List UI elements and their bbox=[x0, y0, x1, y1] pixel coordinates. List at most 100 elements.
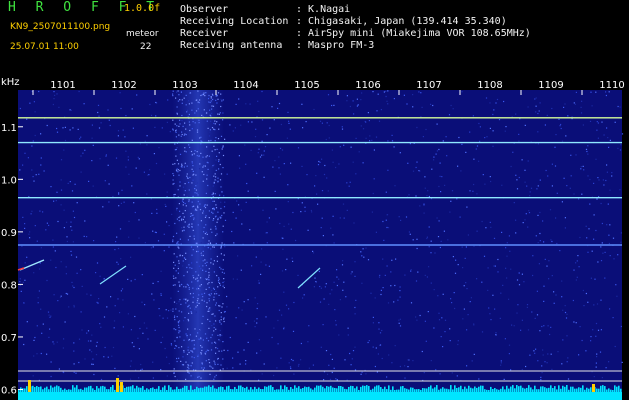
level-peak bbox=[572, 386, 574, 392]
level-peak bbox=[180, 388, 182, 392]
level-peak bbox=[390, 389, 392, 392]
level-peak bbox=[576, 388, 578, 392]
level-peak bbox=[486, 389, 488, 392]
level-peak bbox=[508, 388, 510, 392]
level-peak bbox=[26, 386, 28, 392]
level-peak bbox=[206, 386, 208, 392]
level-peak bbox=[220, 386, 222, 392]
level-peak bbox=[200, 387, 202, 392]
level-peak bbox=[50, 385, 52, 392]
level-peak bbox=[450, 385, 452, 392]
level-peak bbox=[96, 386, 98, 392]
level-peak bbox=[36, 386, 38, 392]
level-peak bbox=[334, 387, 336, 392]
level-peak bbox=[526, 387, 528, 392]
level-peak bbox=[222, 386, 224, 392]
level-peak bbox=[364, 385, 366, 392]
level-peak bbox=[194, 389, 196, 392]
level-peak bbox=[212, 385, 214, 392]
level-peak bbox=[378, 385, 380, 392]
level-peak bbox=[282, 389, 284, 392]
level-peak bbox=[536, 389, 538, 392]
level-peak bbox=[196, 386, 198, 392]
level-peak bbox=[408, 389, 410, 392]
level-peak bbox=[160, 389, 162, 392]
level-peak bbox=[476, 387, 478, 392]
level-peak bbox=[54, 386, 56, 392]
level-peak bbox=[362, 385, 364, 392]
level-peak bbox=[124, 388, 126, 392]
level-peak bbox=[236, 388, 238, 392]
level-peak bbox=[438, 389, 440, 392]
level-peak bbox=[342, 386, 344, 392]
level-peak bbox=[226, 386, 228, 392]
y-unit-label: kHz bbox=[1, 78, 20, 88]
level-peak bbox=[618, 385, 620, 392]
level-peak bbox=[406, 388, 408, 392]
level-peak bbox=[432, 388, 434, 392]
level-peak bbox=[140, 387, 142, 392]
level-peak bbox=[94, 389, 96, 392]
level-peak bbox=[538, 389, 540, 392]
y-tick-label: 0.6 bbox=[1, 385, 17, 396]
level-peak bbox=[228, 385, 230, 392]
level-peak bbox=[52, 387, 54, 392]
level-peak bbox=[504, 389, 506, 392]
level-peak bbox=[250, 387, 252, 392]
x-tick-label: 1101 bbox=[50, 80, 75, 91]
level-peak bbox=[424, 388, 426, 392]
level-peak bbox=[344, 388, 346, 392]
level-peak bbox=[42, 389, 44, 392]
level-peak bbox=[176, 386, 178, 392]
level-peak bbox=[70, 389, 72, 392]
level-peak bbox=[108, 389, 110, 392]
level-peak bbox=[134, 388, 136, 392]
level-peak bbox=[202, 387, 204, 392]
level-peak bbox=[240, 385, 242, 392]
level-peak bbox=[402, 386, 404, 392]
x-tick-label: 1107 bbox=[416, 80, 441, 91]
level-peak bbox=[66, 389, 68, 392]
level-peak bbox=[40, 386, 42, 392]
level-peak bbox=[150, 388, 152, 392]
level-peak bbox=[484, 389, 486, 392]
level-peak bbox=[532, 389, 534, 392]
level-peak bbox=[420, 389, 422, 392]
level-spike bbox=[28, 380, 31, 392]
level-peak bbox=[18, 389, 20, 392]
observer-label: Observer bbox=[180, 4, 229, 15]
level-peak bbox=[430, 385, 432, 392]
level-peak bbox=[290, 387, 292, 392]
level-peak bbox=[252, 389, 254, 392]
level-peak bbox=[58, 386, 60, 392]
x-tick-label: 1103 bbox=[172, 80, 197, 91]
level-peak bbox=[296, 387, 298, 392]
level-peak bbox=[464, 386, 466, 392]
level-peak bbox=[610, 389, 612, 392]
level-peak bbox=[578, 387, 580, 392]
level-peak bbox=[558, 385, 560, 392]
level-peak bbox=[426, 388, 428, 392]
level-peak bbox=[502, 386, 504, 392]
timestamp-label: 25.07.01 11:00 bbox=[10, 42, 79, 52]
level-peak bbox=[214, 388, 216, 392]
level-peak bbox=[612, 389, 614, 392]
level-peak bbox=[106, 389, 108, 392]
level-peak bbox=[480, 385, 482, 392]
level-peak bbox=[114, 389, 116, 392]
level-peak bbox=[78, 389, 80, 392]
level-peak bbox=[458, 387, 460, 392]
level-peak bbox=[92, 388, 94, 392]
level-peak bbox=[56, 385, 58, 392]
receiver-value: : AirSpy mini (Miakejima VOR 108.65MHz) bbox=[296, 28, 531, 39]
level-peak bbox=[380, 386, 382, 392]
level-peak bbox=[32, 385, 34, 392]
x-tick-label: 1104 bbox=[233, 80, 258, 91]
level-peak bbox=[146, 388, 148, 392]
level-peak bbox=[614, 385, 616, 392]
level-peak bbox=[300, 388, 302, 392]
level-peak bbox=[310, 388, 312, 392]
level-peak bbox=[322, 386, 324, 392]
level-peak bbox=[562, 385, 564, 392]
level-peak bbox=[616, 386, 618, 392]
